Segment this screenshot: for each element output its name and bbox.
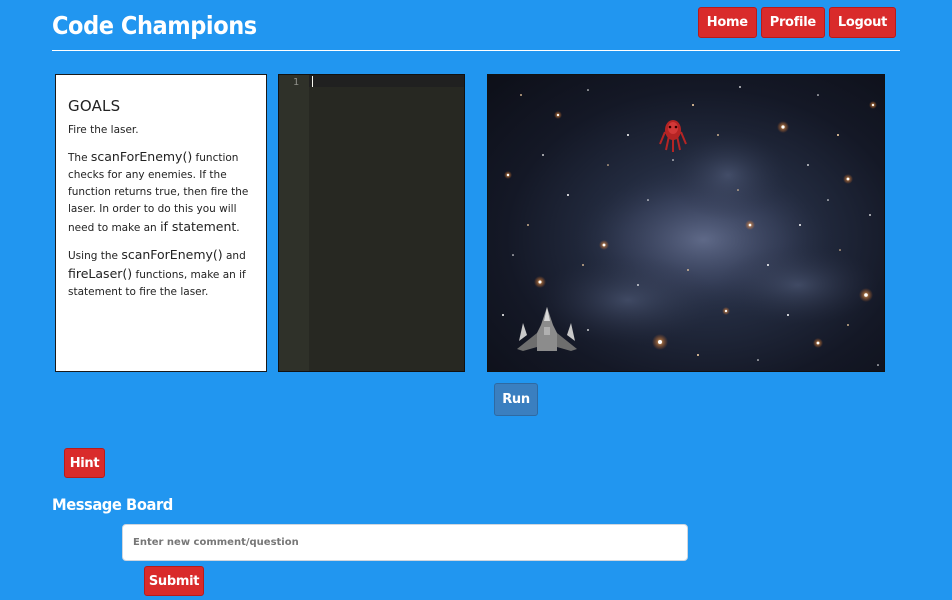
goals-paragraph-2: Using the scanForEnemy() and fireLaser()… [68,246,255,301]
goals-text: and [222,250,246,262]
function-name: fireLaser() [68,266,133,281]
top-nav: Home Profile Logout [697,7,896,38]
code-input-area[interactable] [309,75,464,371]
submit-button[interactable]: Submit [144,566,204,596]
goals-panel: GOALS Fire the laser. The scanForEnemy()… [55,74,267,372]
goals-text: Using the [68,250,122,262]
nebula-cloud [718,245,878,325]
comment-input[interactable] [122,524,688,561]
goals-text: The [68,152,91,164]
function-name: scanForEnemy() [90,149,193,164]
profile-button[interactable]: Profile [760,7,825,38]
nebula-cloud [538,255,718,345]
goals-paragraph-1: The scanForEnemy() function checks for a… [68,148,255,237]
line-number: 1 [292,77,299,88]
text-cursor [312,76,313,87]
active-line-highlight [309,75,464,87]
message-board-title: Message Board [52,495,173,514]
home-button[interactable]: Home [697,7,757,38]
run-button[interactable]: Run [494,383,538,416]
goals-text: . [236,222,240,234]
game-canvas[interactable] [487,74,885,372]
keyword: if statement [160,219,237,234]
hint-button[interactable]: Hint [64,448,105,478]
editor-gutter: 1 [279,75,309,371]
space-scene [502,86,879,366]
goals-intro: Fire the laser. [68,124,139,136]
logout-button[interactable]: Logout [828,7,896,38]
function-name: scanForEnemy() [121,247,223,262]
goals-title: GOALS [68,97,121,115]
header-divider [52,50,900,51]
code-editor[interactable]: 1 [278,74,465,372]
site-title: Code Champions [52,11,257,40]
